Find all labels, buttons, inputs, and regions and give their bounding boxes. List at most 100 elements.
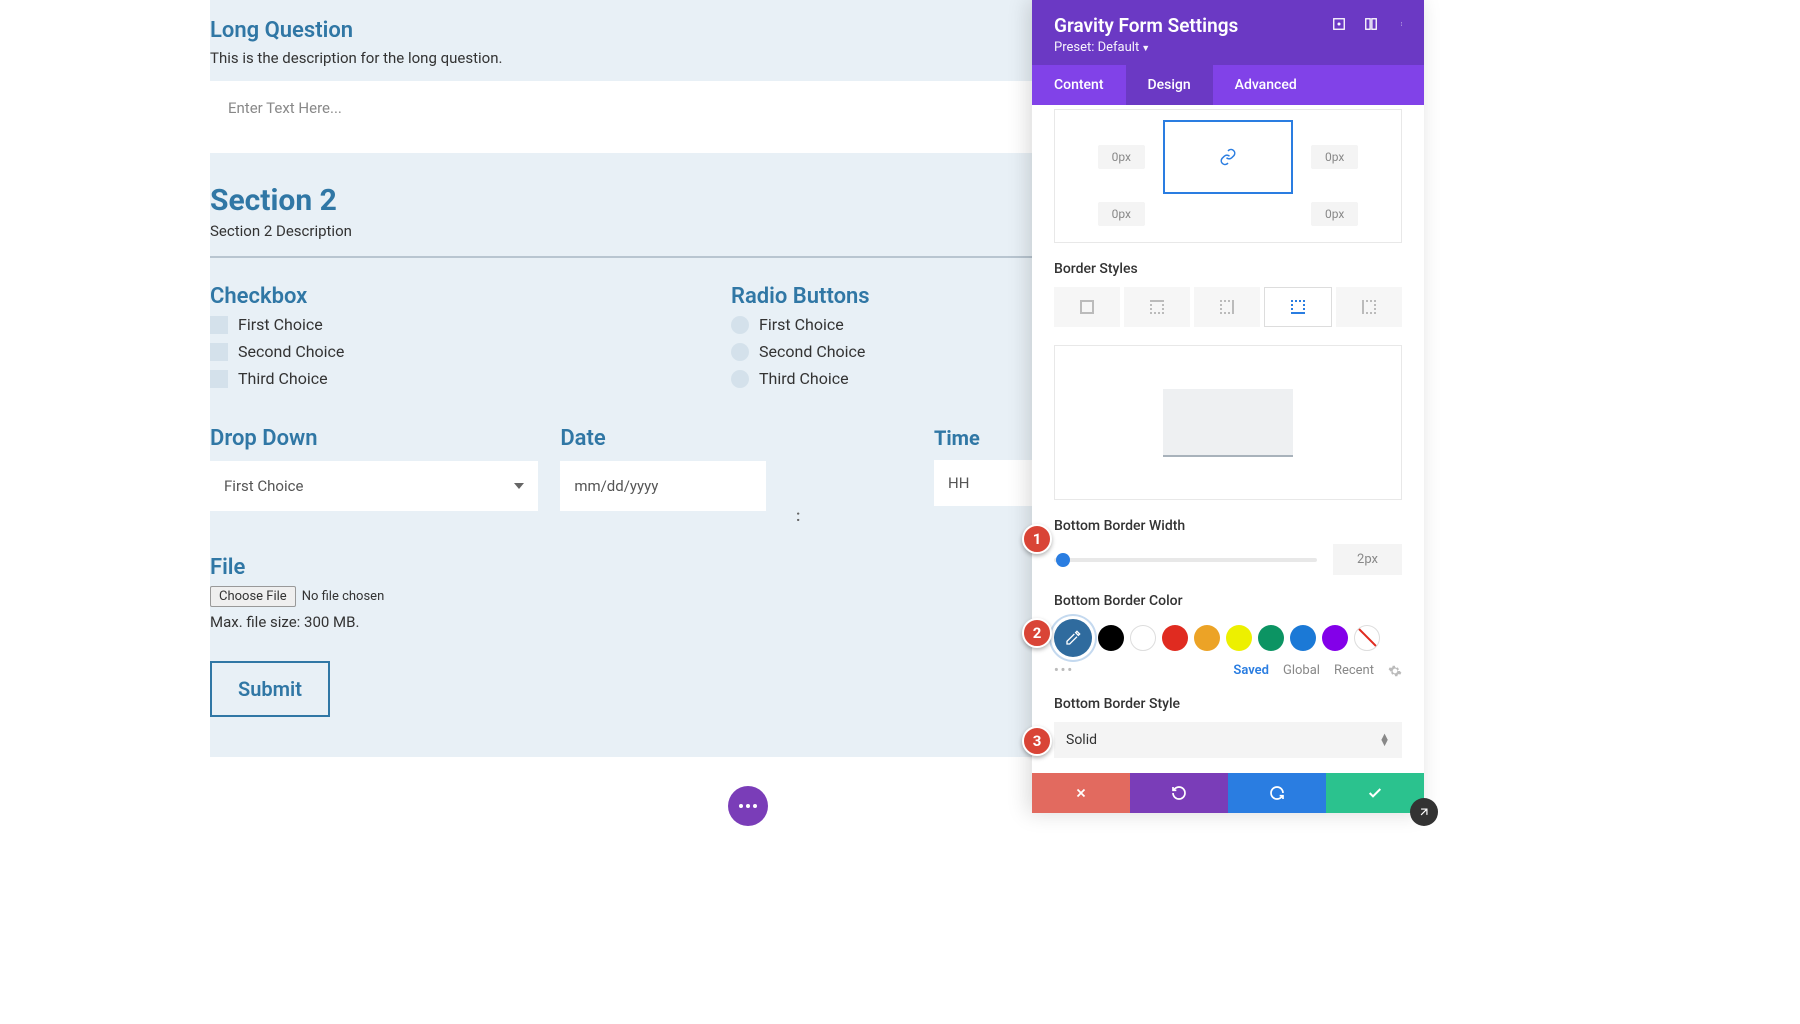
more-swatches-button[interactable]: ••• bbox=[1054, 663, 1074, 678]
bottom-border-style-label: Bottom Border Style bbox=[1054, 696, 1402, 712]
panel-preset[interactable]: Preset: Default▼ bbox=[1054, 40, 1402, 55]
checkbox-option[interactable]: First Choice bbox=[210, 315, 511, 334]
bottom-border-color-label: Bottom Border Color bbox=[1054, 593, 1402, 609]
link-values-box[interactable] bbox=[1163, 120, 1293, 194]
expand-panel-button[interactable] bbox=[1410, 798, 1438, 826]
radio-field: Radio Buttons First Choice Second Choice… bbox=[551, 284, 1032, 396]
bottom-border-width-slider[interactable] bbox=[1054, 558, 1317, 562]
radio-option[interactable]: Second Choice bbox=[731, 342, 1032, 361]
dropdown-label: Drop Down bbox=[210, 426, 538, 451]
module-options-button[interactable] bbox=[728, 786, 768, 826]
border-left-button[interactable] bbox=[1336, 287, 1402, 327]
radio-option-label: Third Choice bbox=[759, 369, 849, 388]
swatch-tab-recent[interactable]: Recent bbox=[1334, 663, 1374, 678]
border-all-icon bbox=[1080, 300, 1094, 314]
checkbox-label: Checkbox bbox=[210, 284, 511, 309]
slider-thumb[interactable] bbox=[1056, 553, 1070, 567]
form-preview: Long Question This is the description fo… bbox=[210, 0, 1032, 757]
radio-icon bbox=[731, 316, 749, 334]
radio-option[interactable]: Third Choice bbox=[731, 369, 1032, 388]
swatch-orange[interactable] bbox=[1194, 625, 1220, 651]
swatch-blue[interactable] bbox=[1290, 625, 1316, 651]
checkbox-option-label: First Choice bbox=[238, 315, 323, 334]
file-field: File Choose File No file chosen Max. fil… bbox=[210, 555, 1032, 631]
more-icon[interactable] bbox=[1396, 17, 1410, 31]
time-field: Time HH : bbox=[788, 426, 1032, 525]
checkbox-option-label: Third Choice bbox=[238, 369, 328, 388]
border-bottom-icon bbox=[1291, 300, 1305, 314]
bottom-border-width-label: Bottom Border Width bbox=[1054, 518, 1402, 534]
check-icon bbox=[1367, 785, 1383, 801]
swatch-none[interactable] bbox=[1354, 625, 1380, 651]
gear-icon[interactable] bbox=[1388, 664, 1402, 678]
margin-right-input[interactable]: 0px bbox=[1311, 145, 1358, 169]
border-preview bbox=[1054, 345, 1402, 500]
border-all-button[interactable] bbox=[1054, 287, 1120, 327]
bottom-border-width-value[interactable]: 2px bbox=[1333, 544, 1402, 575]
marker-3: 3 bbox=[1022, 726, 1052, 756]
checkbox-option-label: Second Choice bbox=[238, 342, 344, 361]
chevron-down-icon bbox=[514, 483, 524, 489]
swatch-green[interactable] bbox=[1258, 625, 1284, 651]
color-picker-button[interactable] bbox=[1054, 619, 1092, 657]
swatch-tab-saved[interactable]: Saved bbox=[1233, 663, 1269, 678]
marker-1: 1 bbox=[1022, 524, 1052, 554]
cancel-button[interactable] bbox=[1032, 773, 1130, 813]
swatch-purple[interactable] bbox=[1322, 625, 1348, 651]
expand-icon[interactable] bbox=[1332, 17, 1346, 31]
long-question-label: Long Question bbox=[210, 18, 1032, 43]
redo-button[interactable] bbox=[1228, 773, 1326, 813]
file-status: No file chosen bbox=[302, 589, 385, 604]
border-top-button[interactable] bbox=[1124, 287, 1190, 327]
margin-bottom-right-input[interactable]: 0px bbox=[1311, 202, 1358, 226]
time-hh-input[interactable]: HH bbox=[934, 460, 1032, 506]
radio-option-label: First Choice bbox=[759, 315, 844, 334]
undo-button[interactable] bbox=[1130, 773, 1228, 813]
margin-padding-control: 0px 0px 0px 0px bbox=[1054, 109, 1402, 243]
panel-footer bbox=[1032, 773, 1424, 813]
border-styles-selector bbox=[1054, 287, 1402, 327]
marker-2: 2 bbox=[1022, 618, 1052, 648]
swatch-white[interactable] bbox=[1130, 625, 1156, 651]
file-maxsize: Max. file size: 300 MB. bbox=[210, 613, 1032, 631]
section-2-description: Section 2 Description bbox=[210, 222, 1032, 258]
panel-body: 0px 0px 0px 0px Border Styles bbox=[1032, 105, 1424, 773]
panel-tabs: Content Design Advanced bbox=[1032, 65, 1424, 105]
select-updown-icon: ▲▼ bbox=[1379, 734, 1390, 746]
file-label: File bbox=[210, 555, 1032, 580]
swatch-tab-global[interactable]: Global bbox=[1283, 663, 1320, 678]
border-right-button[interactable] bbox=[1194, 287, 1260, 327]
tab-design[interactable]: Design bbox=[1126, 65, 1213, 105]
save-button[interactable] bbox=[1326, 773, 1424, 813]
radio-option[interactable]: First Choice bbox=[731, 315, 1032, 334]
snap-icon[interactable] bbox=[1364, 17, 1378, 31]
tab-advanced[interactable]: Advanced bbox=[1213, 65, 1319, 105]
redo-icon bbox=[1269, 785, 1285, 801]
checkbox-option[interactable]: Second Choice bbox=[210, 342, 511, 361]
border-bottom-button[interactable] bbox=[1264, 287, 1332, 327]
color-swatch-row bbox=[1054, 619, 1402, 657]
tab-content[interactable]: Content bbox=[1032, 65, 1126, 105]
swatch-red[interactable] bbox=[1162, 625, 1188, 651]
swatch-black[interactable] bbox=[1098, 625, 1124, 651]
undo-icon bbox=[1171, 785, 1187, 801]
margin-left-input[interactable]: 0px bbox=[1098, 145, 1145, 169]
choose-file-button[interactable]: Choose File bbox=[210, 586, 296, 607]
dropdown-select[interactable]: First Choice bbox=[210, 461, 538, 511]
long-question-input[interactable]: Enter Text Here... bbox=[210, 81, 1032, 153]
checkbox-field: Checkbox First Choice Second Choice Thir… bbox=[210, 284, 511, 396]
date-field: Date mm/dd/yyyy bbox=[560, 426, 766, 525]
border-left-icon bbox=[1362, 300, 1376, 314]
bottom-border-style-select[interactable]: Solid ▲▼ bbox=[1054, 722, 1402, 758]
checkbox-icon bbox=[210, 370, 228, 388]
submit-button[interactable]: Submit bbox=[210, 661, 330, 717]
expand-diagonal-icon bbox=[1417, 805, 1431, 819]
link-icon bbox=[1219, 148, 1237, 166]
checkbox-option[interactable]: Third Choice bbox=[210, 369, 511, 388]
margin-bottom-left-input[interactable]: 0px bbox=[1098, 202, 1145, 226]
radio-option-label: Second Choice bbox=[759, 342, 865, 361]
swatch-yellow[interactable] bbox=[1226, 625, 1252, 651]
eyedropper-icon bbox=[1065, 630, 1081, 646]
long-question-field: Long Question This is the description fo… bbox=[210, 0, 1032, 153]
date-input[interactable]: mm/dd/yyyy bbox=[560, 461, 766, 511]
